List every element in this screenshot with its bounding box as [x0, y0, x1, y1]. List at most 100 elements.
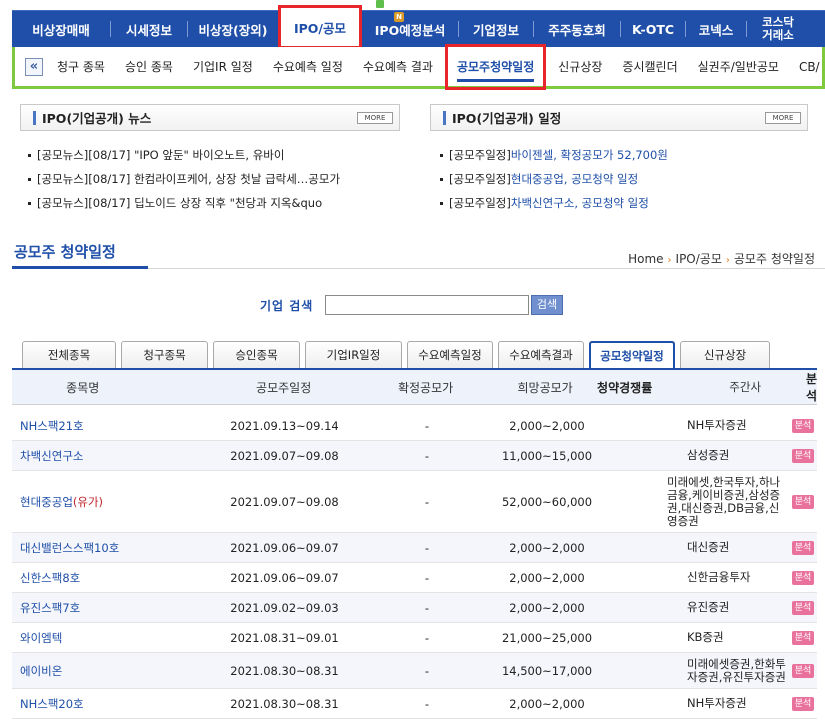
company-link[interactable]: 신한스팩8호 [12, 570, 202, 586]
ipo-news-title: IPO(기업공개) 뉴스 [42, 111, 152, 126]
company-link[interactable]: 유진스팩7호 [12, 600, 202, 616]
subnav-item-calendar[interactable]: 증시캘린더 [622, 46, 677, 88]
topnav-label: 비상장(장외) [198, 22, 268, 38]
breadcrumb-arrow-icon: › [667, 255, 672, 266]
news-item[interactable]: [공모뉴스][08/17] 딥노이드 상장 직후 "천당과 지옥&quo [28, 195, 322, 211]
schedule-text: 바이젠셀, 확정공모가 52,700원 [510, 148, 668, 162]
ipo-news-more-button[interactable]: MORE [357, 112, 393, 124]
col-header-rate: 청약경쟁률 [597, 380, 653, 395]
underwriter-cell: 삼성증권 [687, 448, 730, 462]
topnav-item-shareholders[interactable]: 주주동호회 [534, 11, 620, 48]
company-name: NH스팩21호 [20, 418, 84, 433]
subnav-item-ir-schedule[interactable]: 기업IR 일정 [193, 46, 253, 88]
company-link[interactable]: NH스팩20호 [12, 696, 202, 712]
topnav-item-kosdaq[interactable]: 코스닥 거래소 [747, 11, 809, 48]
period-cell: 2021.08.30~08.31 [230, 696, 339, 711]
schedule-item[interactable]: [공모주일정]현대중공업, 공모청약 일정 [440, 171, 638, 187]
analysis-button[interactable]: 분석 [792, 630, 814, 645]
analysis-button[interactable]: 분석 [792, 448, 814, 463]
tab-filed[interactable]: 청구종목 [121, 341, 208, 368]
topnav-item-otc-market[interactable]: 비상장(장외) [188, 11, 278, 48]
topnav-item-company-info[interactable]: 기업정보 [459, 11, 533, 48]
company-link[interactable]: 차백신연구소 [12, 448, 202, 464]
company-link[interactable]: 에이비온 [12, 663, 202, 679]
table-row: NH스팩21호 2021.09.13~09.14 - 2,000~2,000 N… [12, 411, 817, 441]
period-cell: 2021.08.31~09.01 [230, 630, 339, 645]
analysis-button[interactable]: 분석 [792, 570, 814, 585]
subnav-item-demand-schedule[interactable]: 수요예측 일정 [273, 46, 343, 88]
schedule-item[interactable]: [공모주일정]차백신연구소, 공모청약 일정 [440, 195, 649, 211]
topnav-label: 비상장매매 [32, 22, 90, 38]
analysis-button[interactable]: 분석 [792, 600, 814, 615]
underwriter-cell: 미래에셋,한국투자,하나금융,케이비증권,삼성증권,대신증권,DB금융,신영증권 [667, 474, 781, 528]
schedule-item[interactable]: [공모주일정]바이젠셀, 확정공모가 52,700원 [440, 147, 668, 163]
topnav-item-quotes[interactable]: 시세정보 [111, 11, 187, 48]
table-row: 에이비온 2021.08.30~08.31 - 14,500~17,000 미래… [12, 653, 817, 689]
desired-price-cell: 52,000~60,000 [501, 494, 593, 509]
analysis-button[interactable]: 분석 [792, 418, 814, 433]
table-row: 유진스팩7호 2021.09.02~09.03 - 2,000~2,000 유진… [12, 593, 817, 623]
underwriter-cell: 신한금융투자 [687, 570, 751, 584]
page-title: 공모주 청약일정 [14, 243, 116, 261]
ipo-schedule-more-button[interactable]: MORE [765, 112, 801, 124]
tab-approved[interactable]: 승인종목 [213, 341, 300, 368]
sub-navigation: « 청구 종목 승인 종목 기업IR 일정 수요예측 일정 수요예측 결과 공모… [12, 43, 825, 90]
col-header-fixed: 확정공모가 [397, 380, 454, 395]
company-link[interactable]: 와이엠텍 [12, 630, 202, 646]
breadcrumb-ipo[interactable]: IPO/공모 [676, 252, 722, 266]
fixed-price-cell: - [424, 630, 430, 645]
subnav-item-cb[interactable]: CB/ [799, 46, 820, 88]
news-item[interactable]: [공모뉴스][08/17] "IPO 앞둔" 바이오노트, 유바이 [28, 147, 284, 163]
subnav-item-approved[interactable]: 승인 종목 [125, 46, 173, 88]
analysis-button[interactable]: 분석 [792, 540, 814, 555]
topnav-item-otc-trade[interactable]: 비상장매매 [12, 11, 110, 48]
subnav-item-filed[interactable]: 청구 종목 [57, 46, 105, 88]
tab-ir-schedule[interactable]: 기업IR일정 [305, 341, 402, 368]
tab-subscription-schedule[interactable]: 공모청약일정 [589, 341, 675, 368]
subnav-item-subscription-schedule[interactable]: 공모주청약일정 [444, 43, 547, 90]
company-link[interactable]: NH스팩21호 [12, 418, 202, 434]
analysis-button[interactable]: 분석 [792, 663, 814, 678]
breadcrumb-current: 공모주 청약일정 [733, 252, 815, 266]
period-cell: 2021.08.30~08.31 [230, 663, 339, 678]
tab-all[interactable]: 전체종목 [22, 341, 116, 368]
topnav-item-ipo-analysis[interactable]: N IPO예정분석 [362, 11, 458, 48]
news-text: [공모뉴스][08/17] 딥노이드 상장 직후 "천당과 지옥&quo [37, 196, 323, 210]
topnav-label: 시세정보 [125, 22, 172, 38]
breadcrumb: Home › IPO/공모 › 공모주 청약일정 [628, 250, 815, 267]
underwriter-cell: NH투자증권 [687, 696, 747, 710]
fixed-price-cell: - [424, 540, 430, 555]
analysis-button[interactable]: 분석 [792, 494, 814, 509]
underwriter-cell: NH투자증권 [687, 418, 747, 432]
company-link[interactable]: 대신밸런스스팩10호 [12, 540, 202, 556]
company-search-input[interactable] [325, 295, 529, 315]
tab-new-listing[interactable]: 신규상장 [680, 341, 770, 368]
topnav-item-konex[interactable]: 코넥스 [686, 11, 746, 48]
search-label: 기업 검색 [260, 299, 314, 313]
tab-demand-result[interactable]: 수요예측결과 [498, 341, 584, 368]
subnav-item-new-listing[interactable]: 신규상장 [558, 46, 602, 88]
desired-price-cell: 2,000~2,000 [509, 600, 585, 615]
company-name: 차백신연구소 [20, 448, 84, 463]
underwriter-cell: 미래에셋증권,한화투자증권,유진투자증권 [687, 656, 786, 684]
search-button[interactable]: 검색 [531, 295, 563, 315]
tab-demand-schedule[interactable]: 수요예측일정 [407, 341, 493, 368]
table-row: 현대중공업(유가) 2021.09.07~09.08 - 52,000~60,0… [12, 471, 817, 533]
breadcrumb-home[interactable]: Home [628, 252, 663, 266]
ipo-news-header: IPO(기업공개) 뉴스 MORE [20, 104, 400, 131]
topnav-item-ipo[interactable]: IPO/공모 [278, 5, 362, 49]
breadcrumb-arrow-icon: › [725, 255, 730, 266]
topnav-label: 코넥스 [698, 22, 734, 38]
desired-price-cell: 21,000~25,000 [501, 630, 593, 645]
double-chevron-left-icon[interactable]: « [25, 57, 43, 76]
company-link[interactable]: 현대중공업(유가) [12, 494, 202, 510]
schedule-prefix: [공모주일정] [449, 148, 511, 162]
fixed-price-cell: - [424, 418, 430, 433]
subnav-item-demand-result[interactable]: 수요예측 결과 [363, 46, 433, 88]
news-item[interactable]: [공모뉴스][08/17] 한컴라이프케어, 상장 첫날 급락세…공모가 [28, 171, 340, 187]
company-name: 유진스팩7호 [20, 600, 81, 615]
analysis-button[interactable]: 분석 [792, 696, 814, 711]
subnav-item-rights-offering[interactable]: 실권주/일반공모 [698, 46, 779, 88]
topnav-item-kotc[interactable]: K-OTC [621, 11, 685, 48]
desired-price-cell: 11,000~15,000 [501, 448, 593, 463]
